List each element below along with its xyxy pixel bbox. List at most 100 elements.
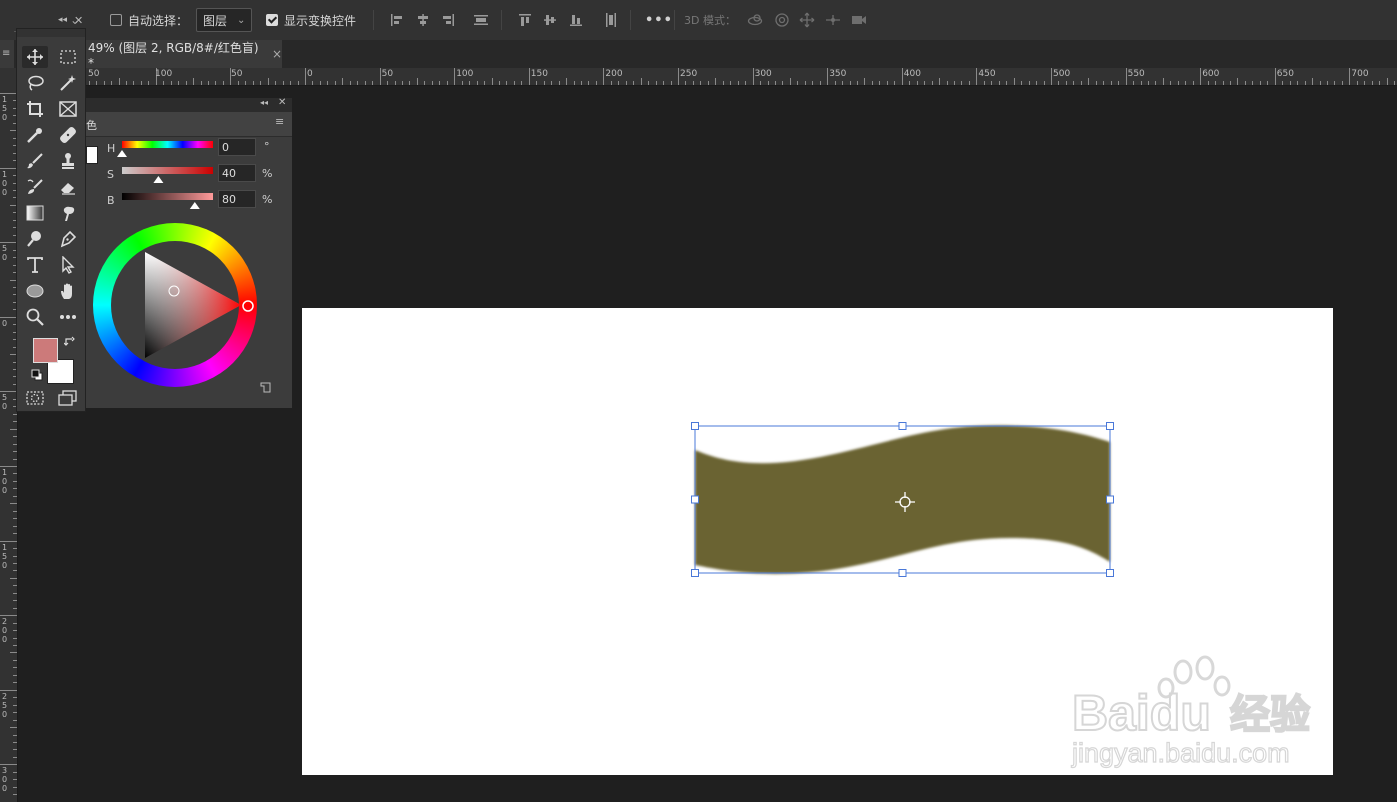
out-of-gamut-icon[interactable] xyxy=(260,382,272,394)
baidu-jingyan-watermark: Baidu 经验 jingyan.baidu.com xyxy=(1070,655,1311,769)
toolbox-grip[interactable] xyxy=(17,29,85,37)
eraser-tool[interactable] xyxy=(55,176,81,198)
move-icon xyxy=(27,49,43,65)
collapse-icon[interactable]: ◂◂ xyxy=(260,98,268,107)
align-vcenter-icon[interactable] xyxy=(542,12,558,28)
type-tool[interactable] xyxy=(22,254,48,276)
panel-menu-icon[interactable]: ≡ xyxy=(275,115,284,128)
ruler-label: 600 xyxy=(1202,69,1220,79)
screen-mode-button[interactable] xyxy=(55,387,81,409)
color-triangle[interactable] xyxy=(93,223,257,387)
smudge-tool[interactable] xyxy=(55,202,81,224)
history-brush-tool[interactable] xyxy=(22,176,48,198)
transform-handle[interactable] xyxy=(1106,495,1114,504)
3d-orbit-icon[interactable] xyxy=(747,12,763,28)
divider xyxy=(630,10,631,30)
align-hcenter-icon[interactable] xyxy=(415,12,431,28)
move-tool[interactable] xyxy=(22,46,48,68)
options-bar: ⌄ ◂◂ ✕ 自动选择： 图层 ⌄ 显示变换控件 ••• 3D 模式： xyxy=(0,0,1397,41)
swap-colors-icon[interactable] xyxy=(64,336,76,348)
checkbox-box[interactable] xyxy=(110,14,122,26)
ellipse-icon xyxy=(26,284,44,298)
more-options-button[interactable]: ••• xyxy=(645,0,673,40)
pen-tool[interactable] xyxy=(55,228,81,250)
align-top-icon[interactable] xyxy=(517,12,533,28)
horizontal-ruler[interactable]: 50 100 50 0 50 100 150 200 250 300 350 400 450 500 550… xyxy=(0,68,1397,86)
crop-tool[interactable] xyxy=(22,98,48,120)
tab-close-icon[interactable]: × xyxy=(272,47,282,61)
saturation-unit: % xyxy=(262,167,273,180)
edit-toolbar-button[interactable] xyxy=(55,306,81,328)
default-colors-icon[interactable] xyxy=(31,369,43,381)
clone-stamp-tool[interactable] xyxy=(55,150,81,172)
dodge-icon xyxy=(27,231,41,247)
transform-handle[interactable] xyxy=(691,569,699,577)
close-panel-icon[interactable]: ✕ xyxy=(278,97,286,108)
hue-ring-marker[interactable] xyxy=(242,300,254,312)
layer-dropdown[interactable]: 图层 ⌄ xyxy=(196,0,253,40)
3d-slide-icon[interactable] xyxy=(825,12,841,28)
show-transform-checkbox[interactable]: 显示变换控件 xyxy=(266,0,356,40)
divider xyxy=(674,10,675,30)
marquee-icon xyxy=(60,50,76,64)
saturation-slider[interactable] xyxy=(122,167,213,174)
more-dots-icon xyxy=(60,315,76,319)
transform-handle[interactable] xyxy=(691,495,699,504)
transform-handle[interactable] xyxy=(1106,422,1114,430)
zoom-tool[interactable] xyxy=(22,306,48,328)
3d-mode-label: 3D 模式： xyxy=(684,14,736,27)
dodge-tool[interactable] xyxy=(22,228,48,250)
quick-mask-button[interactable] xyxy=(22,387,48,409)
path-selection-tool[interactable] xyxy=(55,254,81,276)
divider xyxy=(501,10,502,30)
lasso-tool[interactable] xyxy=(22,72,48,94)
hue-input[interactable]: 0 xyxy=(218,138,256,156)
align-right-icon[interactable] xyxy=(440,12,456,28)
distribute-vertical-icon[interactable] xyxy=(603,12,619,28)
wave-shape-layer[interactable] xyxy=(690,420,1116,580)
magic-wand-tool[interactable] xyxy=(55,72,81,94)
previous-tab-fragment[interactable]: ≡ xyxy=(0,40,14,68)
healing-brush-tool[interactable] xyxy=(55,124,81,146)
frame-tool[interactable] xyxy=(55,98,81,120)
transform-handle[interactable] xyxy=(691,422,699,430)
transform-handle[interactable] xyxy=(898,422,907,430)
align-left-icon[interactable] xyxy=(389,12,405,28)
brightness-slider[interactable] xyxy=(122,193,213,200)
brightness-unit: % xyxy=(262,193,273,206)
brush-tool[interactable] xyxy=(22,150,48,172)
layer-dropdown-value: 图层 xyxy=(203,13,228,28)
foreground-color-swatch[interactable] xyxy=(33,338,58,363)
brightness-input[interactable]: 80 xyxy=(218,190,256,208)
wave-shape[interactable] xyxy=(695,425,1110,574)
ruler-label: 200 xyxy=(605,69,623,79)
eyedropper-icon xyxy=(27,128,42,143)
chevron-down-icon: ⌄ xyxy=(237,14,246,26)
tab-color[interactable]: 色 xyxy=(86,117,97,133)
hue-slider[interactable] xyxy=(122,141,213,148)
distribute-icon[interactable] xyxy=(473,12,489,28)
magnifier-icon xyxy=(26,308,44,326)
saturation-input[interactable]: 40 xyxy=(218,164,256,182)
hue-unit: ° xyxy=(264,140,270,153)
document-tab[interactable]: 49% (图层 2, RGB/8#/红色盲) * × xyxy=(78,40,282,70)
align-bottom-icon[interactable] xyxy=(568,12,584,28)
transform-handle[interactable] xyxy=(898,569,907,577)
ruler-label: 550 xyxy=(1127,69,1145,79)
marquee-tool[interactable] xyxy=(55,46,81,68)
checkbox-checked[interactable] xyxy=(266,14,278,26)
ruler-label: 400 xyxy=(903,69,921,79)
eyedropper-tool[interactable] xyxy=(22,124,48,146)
hand-tool[interactable] xyxy=(55,280,81,302)
transform-handle[interactable] xyxy=(1106,569,1114,577)
hue-slider-thumb-track xyxy=(117,150,127,157)
gradient-tool[interactable] xyxy=(22,202,48,224)
ruler-label: 100 xyxy=(155,69,173,79)
frame-icon xyxy=(59,101,77,117)
auto-select-checkbox[interactable]: 自动选择： xyxy=(110,0,188,40)
3d-roll-icon[interactable] xyxy=(774,12,790,28)
panel-bg-swatch[interactable] xyxy=(86,146,98,164)
3d-camera-icon[interactable] xyxy=(851,12,867,28)
ellipse-tool[interactable] xyxy=(22,280,48,302)
3d-pan-icon[interactable] xyxy=(799,12,815,28)
